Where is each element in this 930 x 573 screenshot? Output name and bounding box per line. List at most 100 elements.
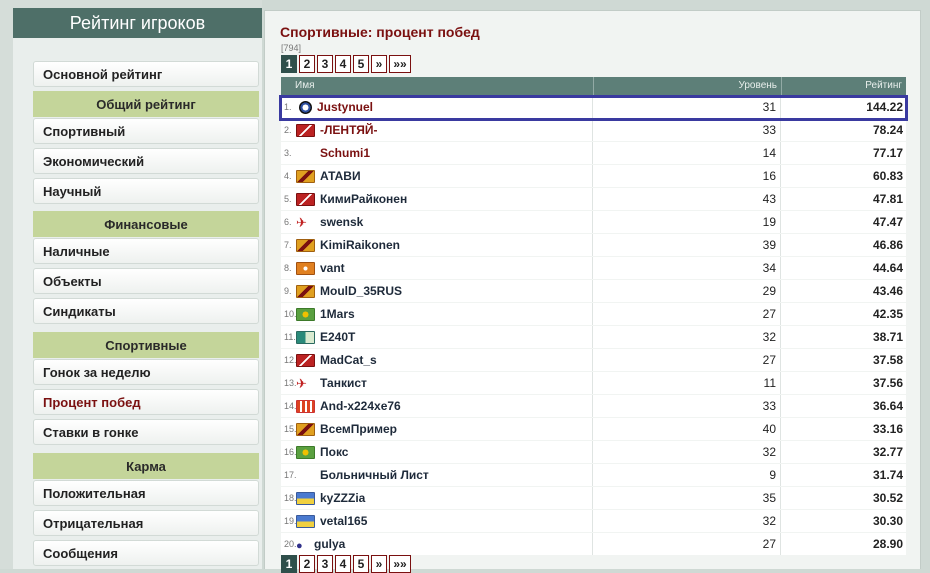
player-name-link[interactable]: MadCat_s — [320, 353, 377, 367]
rank-number: 5. — [284, 194, 292, 204]
page-button[interactable]: 4 — [335, 55, 351, 73]
rating-cell: 42.35 — [872, 307, 903, 321]
rating-cell: 36.64 — [872, 399, 903, 413]
player-name-link[interactable]: ВсемПример — [320, 422, 397, 436]
column-header-level[interactable]: Уровень — [593, 77, 777, 95]
level-cell: 16 — [593, 165, 781, 187]
rating-cell: 44.64 — [872, 261, 903, 275]
rank-number: 8. — [284, 263, 292, 273]
page-button[interactable]: 3 — [317, 55, 333, 73]
page-button[interactable]: 1 — [281, 55, 297, 73]
player-name-link[interactable]: Покс — [320, 445, 348, 459]
page-button[interactable]: 3 — [317, 555, 333, 573]
rank-number: 7. — [284, 240, 292, 250]
table-row: 2. -ЛЕНТЯЙ- 33 78.24 — [281, 119, 906, 141]
page-button[interactable]: 5 — [353, 555, 369, 573]
level-cell: 9 — [593, 464, 781, 486]
next-page-button[interactable]: » — [371, 555, 387, 573]
rank-number: 10. — [284, 309, 297, 319]
level-cell: 43 — [593, 188, 781, 210]
player-name-link[interactable]: -ЛЕНТЯЙ- — [320, 123, 378, 137]
rank-number: 16. — [284, 447, 297, 457]
page-button[interactable]: 4 — [335, 555, 351, 573]
sidebar-item[interactable]: Объекты — [33, 268, 259, 294]
sidebar-item[interactable]: Экономический — [33, 148, 259, 174]
player-name-link[interactable]: gulya — [314, 537, 345, 551]
pagination-bottom: 1 2 3 4 5»»» — [281, 555, 411, 573]
player-name-link[interactable]: vant — [320, 261, 345, 275]
player-name-link[interactable]: vetal165 — [320, 514, 367, 528]
sidebar-item[interactable]: Наличные — [33, 238, 259, 264]
player-cell: 9. MoulD_35RUS — [281, 280, 593, 302]
next-page-button[interactable]: » — [371, 55, 387, 73]
team-flag-icon — [296, 261, 315, 275]
player-cell: 18. kyZZZia — [281, 487, 593, 509]
player-name-link[interactable]: АТАВИ — [320, 169, 361, 183]
player-cell: 6. swensk — [281, 211, 593, 233]
player-name-link[interactable]: Schumi1 — [320, 146, 370, 160]
sidebar-item[interactable]: Отрицательная — [33, 510, 259, 536]
rating-cell: 33.16 — [872, 422, 903, 436]
table-row: 5. КимиРайконен 43 47.81 — [281, 188, 906, 210]
rating-cell: 31.74 — [872, 468, 903, 482]
team-flag-icon — [296, 514, 315, 528]
player-cell: 14. And-x224xe76 — [281, 395, 593, 417]
level-cell: 33 — [593, 395, 781, 417]
page-title: Спортивные: процент побед — [280, 24, 480, 40]
player-cell: 10. 1Mars — [281, 303, 593, 325]
level-cell: 27 — [593, 533, 781, 555]
sidebar-item[interactable]: Синдикаты — [33, 298, 259, 324]
level-cell: 27 — [593, 349, 781, 371]
page-button[interactable]: 5 — [353, 55, 369, 73]
sidebar-section-header: Спортивные — [33, 332, 259, 358]
player-cell: 4. АТАВИ — [281, 165, 593, 187]
level-cell: 29 — [593, 280, 781, 302]
sidebar-item[interactable]: Научный — [33, 178, 259, 204]
player-name-link[interactable]: Танкист — [320, 376, 367, 390]
level-cell: 39 — [593, 234, 781, 256]
page-button[interactable]: 2 — [299, 555, 315, 573]
sidebar-item[interactable]: Гонок за неделю — [33, 359, 259, 385]
table-row: 3. Schumi1 14 77.17 — [281, 142, 906, 164]
rank-number: 2. — [284, 125, 292, 135]
level-cell: 31 — [593, 96, 781, 118]
column-header-name[interactable]: Имя — [295, 77, 314, 95]
table-row: 10. 1Mars 27 42.35 — [281, 303, 906, 325]
player-name-link[interactable]: kyZZZia — [320, 491, 365, 505]
team-flag-icon — [296, 330, 315, 344]
last-page-button[interactable]: »» — [389, 55, 411, 73]
sidebar-item[interactable]: Спортивный — [33, 118, 259, 144]
level-cell: 19 — [593, 211, 781, 233]
page-button[interactable]: 1 — [281, 555, 297, 573]
player-name-link[interactable]: And-x224xe76 — [320, 399, 401, 413]
last-page-button[interactable]: »» — [389, 555, 411, 573]
rating-cell: 37.58 — [872, 353, 903, 367]
none — [296, 147, 315, 160]
level-cell: 32 — [593, 326, 781, 348]
player-name-link[interactable]: КимиРайконен — [320, 192, 407, 206]
rating-cell: 60.83 — [872, 169, 903, 183]
player-name-link[interactable]: KimiRaikonen — [320, 238, 400, 252]
sidebar-item[interactable]: Процент побед — [33, 389, 259, 415]
table-row: 7. KimiRaikonen 39 46.86 — [281, 234, 906, 256]
sidebar-item[interactable]: Положительная — [33, 480, 259, 506]
rank-number: 3. — [284, 148, 292, 158]
page-button[interactable]: 2 — [299, 55, 315, 73]
level-cell: 32 — [593, 510, 781, 532]
rank-number: 19. — [284, 516, 297, 526]
player-name-link[interactable]: E240T — [320, 330, 355, 344]
player-name-link[interactable]: Justynuel — [317, 100, 373, 114]
pin-icon — [296, 538, 309, 551]
table-row: 11. E240T 32 38.71 — [281, 326, 906, 348]
player-name-link[interactable]: swensk — [320, 215, 363, 229]
player-name-link[interactable]: Больничный Лист — [320, 468, 429, 482]
sidebar-item[interactable]: Сообщения — [33, 540, 259, 566]
player-name-link[interactable]: MoulD_35RUS — [320, 284, 402, 298]
player-cell: 19. vetal165 — [281, 510, 593, 532]
player-name-link[interactable]: 1Mars — [320, 307, 355, 321]
sidebar-item[interactable]: Основной рейтинг — [33, 61, 259, 87]
team-flag-icon — [296, 169, 315, 183]
level-cell: 11 — [593, 372, 781, 394]
column-header-rating[interactable]: Рейтинг — [781, 77, 902, 95]
sidebar-item[interactable]: Ставки в гонке — [33, 419, 259, 445]
